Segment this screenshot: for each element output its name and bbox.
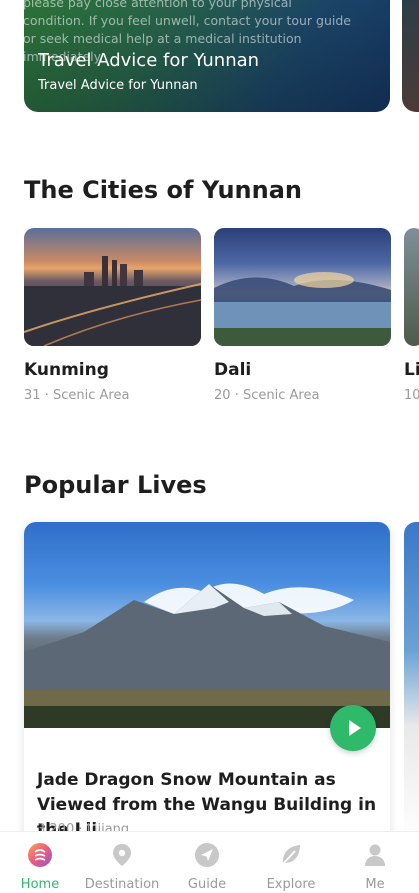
- advice-subtitle: Travel Advice for Yunnan: [38, 78, 198, 93]
- compass-arrow-icon: [195, 843, 219, 867]
- nav-label-guide: Guide: [187, 877, 227, 892]
- mountain-illustration: [24, 583, 390, 728]
- live-card-image: [24, 522, 390, 728]
- play-button[interactable]: [330, 705, 376, 751]
- home-icon: [28, 843, 52, 867]
- play-icon: [349, 720, 361, 736]
- next-advice-card-peek[interactable]: [402, 0, 419, 112]
- city-meta-next: 10: [404, 388, 419, 403]
- city-name-kunming: Kunming: [24, 360, 109, 380]
- city-card-kunming-image[interactable]: [24, 228, 201, 346]
- nav-label-explore: Explore: [266, 877, 316, 892]
- city-name-dali: Dali: [214, 360, 252, 380]
- advice-title: Travel Advice for Yunnan: [38, 50, 260, 71]
- city-count-label: Scenic Area: [52, 388, 130, 403]
- person-icon: [365, 844, 385, 866]
- city-meta-dali: 20 · Scenic Area: [214, 388, 319, 403]
- city-count: 31: [24, 388, 41, 403]
- city-meta-kunming: 31 · Scenic Area: [24, 388, 129, 403]
- location-pin-icon: [113, 844, 131, 866]
- bottom-navigation: Home Destination Guide Explore Me: [0, 831, 419, 893]
- nav-label-home: Home: [20, 877, 60, 892]
- city-name-next: Li: [404, 360, 419, 380]
- live-card-jade-dragon[interactable]: Jade Dragon Snow Mountain as Viewed from…: [24, 522, 390, 842]
- city-count: 20: [214, 388, 231, 403]
- dali-lake-illustration: [214, 272, 391, 346]
- nav-item-guide[interactable]: Guide: [167, 832, 247, 893]
- meta-separator: ·: [234, 388, 239, 403]
- next-live-card-peek[interactable]: [404, 522, 419, 842]
- nav-label-me: Me: [365, 877, 385, 892]
- city-card-next-peek[interactable]: [404, 228, 419, 346]
- nav-item-explore[interactable]: Explore: [251, 832, 331, 893]
- city-count-label: Scenic Area: [242, 388, 320, 403]
- nav-label-destination: Destination: [84, 877, 160, 892]
- lives-section-title: Popular Lives: [24, 471, 207, 499]
- nav-item-me[interactable]: Me: [335, 832, 415, 893]
- meta-separator: ·: [44, 388, 49, 403]
- nav-item-destination[interactable]: Destination: [82, 832, 162, 893]
- kunming-skyline-illustration: [24, 256, 201, 346]
- leaf-icon: [282, 845, 300, 865]
- cities-section-title: The Cities of Yunnan: [24, 176, 303, 204]
- nav-item-home[interactable]: Home: [0, 832, 80, 893]
- city-card-dali-image[interactable]: [214, 228, 391, 346]
